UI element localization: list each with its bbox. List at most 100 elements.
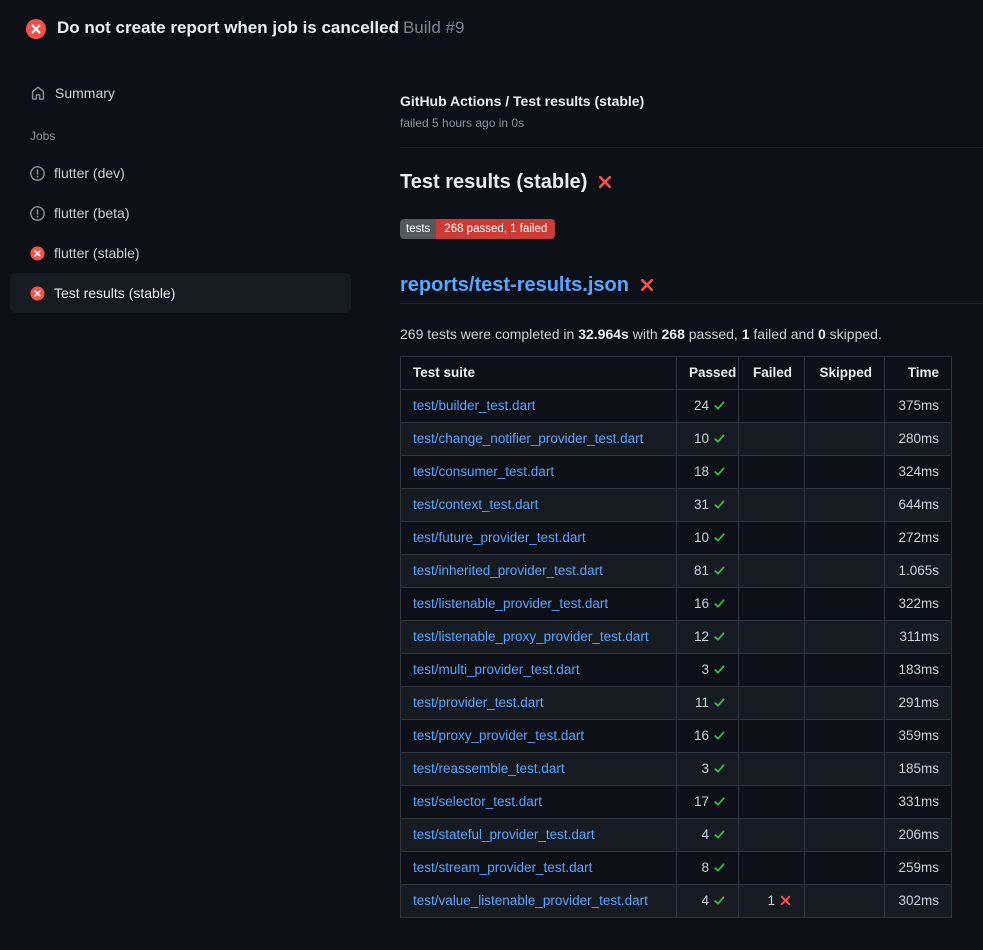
alert-circle-icon <box>30 206 45 221</box>
run-status-line: failed 5 hours ago in 0s <box>400 116 951 131</box>
suite-link[interactable]: test/inherited_provider_test.dart <box>413 563 603 578</box>
skipped-cell <box>805 489 885 522</box>
failed-count: 1 <box>767 893 775 908</box>
passed-cell: 17 <box>677 786 739 819</box>
skipped-cell <box>805 885 885 918</box>
passed-count: 31 <box>694 497 709 512</box>
summary-text: with <box>629 326 662 342</box>
sidebar-item-flutter-beta[interactable]: flutter (beta) <box>10 193 351 233</box>
passed-cell: 3 <box>677 654 739 687</box>
check-icon <box>713 429 726 449</box>
suite-cell: test/listenable_proxy_provider_test.dart <box>401 621 677 654</box>
passed-count: 4 <box>701 893 709 908</box>
summary-text: failed and <box>750 326 819 342</box>
table-row: test/provider_test.dart11291ms <box>401 687 952 720</box>
table-row: test/listenable_proxy_provider_test.dart… <box>401 621 952 654</box>
table-row: test/inherited_provider_test.dart811.065… <box>401 555 952 588</box>
table-row: test/stateful_provider_test.dart 4 206ms <box>401 819 952 852</box>
jobs-heading: Jobs <box>30 129 380 143</box>
time-cell: 259ms <box>885 852 952 885</box>
passed-count: 16 <box>694 728 709 743</box>
passed-count: 10 <box>694 530 709 545</box>
divider <box>400 147 983 148</box>
failed-cell <box>739 753 805 786</box>
sidebar-item-label: Test results (stable) <box>54 285 175 301</box>
suite-link[interactable]: test/consumer_test.dart <box>413 464 554 479</box>
x-circle-icon <box>30 246 45 261</box>
failed-cell <box>739 819 805 852</box>
report-heading: reports/test-results.json <box>400 272 951 298</box>
suite-link[interactable]: test/provider_test.dart <box>413 695 544 710</box>
section-title: Test results (stable) <box>400 169 587 195</box>
suite-link[interactable]: test/listenable_proxy_provider_test.dart <box>413 629 649 644</box>
check-icon <box>713 627 726 647</box>
suite-link[interactable]: test/proxy_provider_test.dart <box>413 728 584 743</box>
summary-line: 269 tests were completed in 32.964s with… <box>400 326 951 343</box>
page-title: Do not create report when job is cancell… <box>57 17 464 39</box>
table-row: test/future_provider_test.dart10272ms <box>401 522 952 555</box>
passed-count: 24 <box>694 398 709 413</box>
sidebar-item-flutter-stable[interactable]: flutter (stable) <box>10 233 351 273</box>
check-icon <box>713 396 726 416</box>
sidebar-jobs: flutter (dev) flutter (beta) flutter (stab… <box>0 153 380 313</box>
skipped-cell <box>805 522 885 555</box>
check-icon <box>713 726 726 746</box>
sidebar-item-label: flutter (beta) <box>54 205 129 221</box>
skipped-cell <box>805 852 885 885</box>
table-row: test/proxy_provider_test.dart16359ms <box>401 720 952 753</box>
failed-cell <box>739 852 805 885</box>
suite-link[interactable]: test/context_test.dart <box>413 497 538 512</box>
passed-cell: 81 <box>677 555 739 588</box>
suite-link[interactable]: test/selector_test.dart <box>413 794 542 809</box>
column-header-skipped: Skipped <box>805 357 885 390</box>
suite-link[interactable]: test/value_listenable_provider_test.dart <box>413 893 648 908</box>
suite-link[interactable]: test/future_provider_test.dart <box>413 530 586 545</box>
failed-x-icon <box>597 174 613 190</box>
summary-skipped-count: 0 <box>818 326 826 342</box>
summary-text: skipped. <box>826 326 882 342</box>
suite-link[interactable]: test/stateful_provider_test.dart <box>413 827 595 842</box>
column-header-passed: Passed <box>677 357 739 390</box>
badge-label: tests <box>400 219 436 239</box>
build-number: Build #9 <box>403 18 464 37</box>
passed-cell: 11 <box>677 687 739 720</box>
sidebar-item-flutter-dev[interactable]: flutter (dev) <box>10 153 351 193</box>
sidebar: Summary Jobs flutter (dev) flutter (beta)… <box>0 57 380 313</box>
suite-link[interactable]: test/stream_provider_test.dart <box>413 860 592 875</box>
sidebar-item-summary[interactable]: Summary <box>10 73 351 113</box>
passed-cell: 31 <box>677 489 739 522</box>
failed-cell <box>739 588 805 621</box>
build-failed-icon <box>26 19 46 39</box>
passed-cell: 8 <box>677 852 739 885</box>
suite-cell: test/stateful_provider_test.dart <box>401 819 677 852</box>
suite-link[interactable]: test/reassemble_test.dart <box>413 761 565 776</box>
suite-link[interactable]: test/multi_provider_test.dart <box>413 662 580 677</box>
passed-cell: 24 <box>677 390 739 423</box>
x-circle-icon <box>30 286 45 301</box>
suite-link[interactable]: test/listenable_provider_test.dart <box>413 596 608 611</box>
passed-cell: 18 <box>677 456 739 489</box>
report-file-link[interactable]: reports/test-results.json <box>400 272 629 298</box>
sidebar-item-test-results-stable[interactable]: Test results (stable) <box>10 273 351 313</box>
suite-link[interactable]: test/change_notifier_provider_test.dart <box>413 431 643 446</box>
divider <box>400 303 983 304</box>
results-table: Test suitePassedFailedSkippedTime test/b… <box>400 356 952 918</box>
run-title: Do not create report when job is cancell… <box>57 18 399 37</box>
table-row: test/change_notifier_provider_test.dart1… <box>401 423 952 456</box>
passed-cell: 4 <box>677 819 739 852</box>
passed-count: 11 <box>695 695 709 710</box>
breadcrumb: GitHub Actions / Test results (stable) <box>400 93 951 110</box>
time-cell: 644ms <box>885 489 952 522</box>
main-content: GitHub Actions / Test results (stable) f… <box>380 57 983 918</box>
passed-count: 3 <box>701 761 709 776</box>
time-cell: 206ms <box>885 819 952 852</box>
table-row: test/builder_test.dart24375ms <box>401 390 952 423</box>
check-icon <box>713 528 726 548</box>
suite-cell: test/change_notifier_provider_test.dart <box>401 423 677 456</box>
column-header-time: Time <box>885 357 952 390</box>
suite-link[interactable]: test/builder_test.dart <box>413 398 535 413</box>
time-cell: 322ms <box>885 588 952 621</box>
suite-cell: test/inherited_provider_test.dart <box>401 555 677 588</box>
section-heading: Test results (stable) <box>400 169 951 195</box>
failed-cell <box>739 654 805 687</box>
